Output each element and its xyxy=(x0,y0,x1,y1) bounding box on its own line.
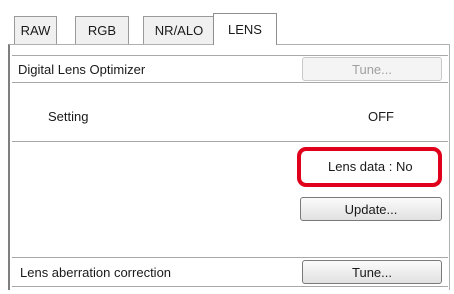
tab-lens-label: LENS xyxy=(228,22,262,37)
tab-rgb-label: RGB xyxy=(87,23,117,38)
section-divider xyxy=(12,141,448,142)
setting-label: Setting xyxy=(48,109,89,124)
aberration-tune-label: Tune... xyxy=(352,264,392,280)
dlo-tune-button[interactable]: Tune... xyxy=(302,57,442,81)
tab-rgb[interactable]: RGB xyxy=(75,16,129,44)
aberration-title: Lens aberration correction xyxy=(20,265,172,280)
tab-nr-alo-label: NR/ALO xyxy=(154,23,204,38)
update-button[interactable]: Update... xyxy=(300,197,442,221)
tab-lens[interactable]: LENS xyxy=(213,13,277,45)
dlo-tune-label: Tune... xyxy=(352,61,392,77)
tab-nr-alo[interactable]: NR/ALO xyxy=(143,16,215,44)
dlo-title: Digital Lens Optimizer xyxy=(18,61,146,77)
tab-raw-label: RAW xyxy=(20,23,51,38)
lens-data-highlight xyxy=(297,147,442,187)
lens-settings-window: RAW RGB NR/ALO LENS Digital Lens Optimiz… xyxy=(0,0,454,294)
aberration-tune-button[interactable]: Tune... xyxy=(302,260,442,284)
update-button-label: Update... xyxy=(344,201,398,217)
tab-raw[interactable]: RAW xyxy=(14,16,57,44)
setting-value: OFF xyxy=(368,109,394,124)
